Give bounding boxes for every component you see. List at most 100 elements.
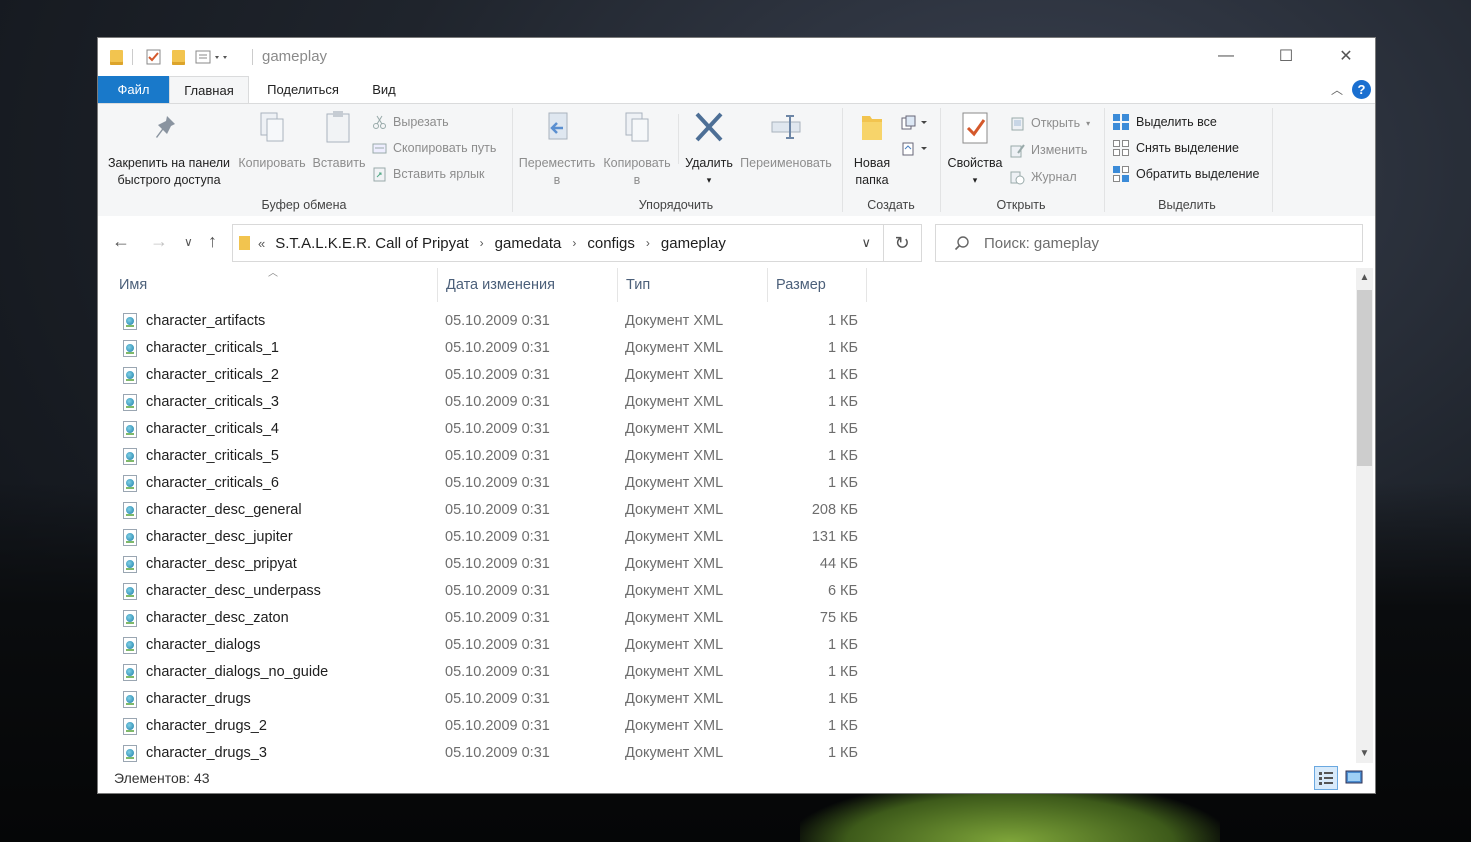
scrollbar-thumb[interactable] — [1357, 290, 1372, 466]
file-row[interactable]: character_desc_jupiter 05.10.2009 0:31 Док… — [98, 525, 868, 552]
file-row[interactable]: character_desc_zaton 05.10.2009 0:31 Докум… — [98, 606, 868, 633]
up-arrow-icon[interactable]: ↑ — [208, 231, 217, 252]
large-icons-view-icon[interactable] — [1343, 766, 1367, 790]
properties-button[interactable]: Свойства ▾ — [944, 110, 1006, 189]
file-name: character_drugs_3 — [146, 745, 267, 761]
collapse-ribbon-icon[interactable]: ︿ — [1331, 81, 1343, 98]
column-header-date[interactable]: Дата изменения — [437, 268, 617, 302]
copy-to-button[interactable]: Копировать в — [598, 110, 676, 189]
file-row[interactable]: character_desc_pripyat 05.10.2009 0:31 Док… — [98, 552, 868, 579]
tab-view[interactable]: Вид — [360, 76, 408, 103]
pin-to-quick-access-button[interactable]: Закрепить на панели быстрого доступа — [104, 110, 234, 189]
file-date: 05.10.2009 0:31 — [445, 394, 550, 410]
new-item-button[interactable] — [901, 111, 935, 133]
breadcrumb-stalker[interactable]: S.T.A.L.K.E.R. Call of Pripyat — [275, 235, 468, 252]
vertical-scrollbar[interactable]: ▲ ▼ — [1356, 268, 1373, 763]
move-to-button[interactable]: Переместить в — [516, 110, 598, 189]
file-date: 05.10.2009 0:31 — [445, 448, 550, 464]
file-row[interactable]: character_criticals_3 05.10.2009 0:31 Доку… — [98, 390, 868, 417]
breadcrumb-gameplay[interactable]: gameplay — [661, 235, 726, 252]
help-icon[interactable]: ? — [1352, 80, 1371, 99]
easy-access-button[interactable] — [901, 137, 935, 159]
file-row[interactable]: character_artifacts 05.10.2009 0:31 Докуме… — [98, 309, 868, 336]
file-size: 44 КБ — [819, 556, 858, 572]
paste-icon — [326, 111, 350, 143]
address-dropdown-icon[interactable]: ∨ — [861, 235, 871, 251]
file-date: 05.10.2009 0:31 — [445, 367, 550, 383]
file-row[interactable]: character_criticals_6 05.10.2009 0:31 Доку… — [98, 471, 868, 498]
select-all-button[interactable]: Выделить все — [1112, 111, 1217, 133]
window-title: gameplay — [262, 48, 328, 65]
file-list: character_artifacts 05.10.2009 0:31 Докуме… — [98, 308, 1356, 770]
details-view-icon[interactable] — [1314, 766, 1338, 790]
address-overflow[interactable]: « — [258, 236, 265, 251]
file-row[interactable]: character_dialogs 05.10.2009 0:31 Документ… — [98, 633, 868, 660]
close-button[interactable]: ✕ — [1317, 38, 1375, 74]
edit-button[interactable]: Изменить — [1010, 139, 1087, 161]
file-size: 1 КБ — [827, 664, 858, 680]
tab-home[interactable]: Главная — [169, 76, 249, 104]
forward-arrow-icon[interactable]: → — [150, 231, 168, 252]
history-button[interactable]: Журнал — [1010, 166, 1077, 188]
scroll-down-icon[interactable]: ▼ — [1356, 748, 1373, 759]
file-type: Документ XML — [625, 610, 724, 626]
title-bar: gameplay — ☐ ✕ — [98, 38, 1375, 76]
file-size: 75 КБ — [819, 610, 858, 626]
open-button[interactable]: Открыть ▾ — [1010, 112, 1090, 134]
copy-button[interactable]: Копировать — [236, 110, 308, 172]
file-row[interactable]: character_drugs_3 05.10.2009 0:31 Документ… — [98, 741, 868, 768]
address-bar[interactable]: « S.T.A.L.K.E.R. Call of Pripyat › gamed… — [232, 224, 884, 262]
file-row[interactable]: character_desc_general 05.10.2009 0:31 Док… — [98, 498, 868, 525]
breadcrumb-configs[interactable]: configs — [587, 235, 635, 252]
maximize-button[interactable]: ☐ — [1257, 38, 1315, 74]
new-folder-button[interactable]: Новая папка — [846, 110, 898, 189]
file-row[interactable]: character_criticals_2 05.10.2009 0:31 Доку… — [98, 363, 868, 390]
select-all-label: Выделить все — [1136, 115, 1217, 129]
tab-share[interactable]: Поделиться — [252, 76, 354, 103]
file-row[interactable]: character_drugs 05.10.2009 0:31 Документ X… — [98, 687, 868, 714]
refresh-icon[interactable]: ↻ — [883, 224, 922, 262]
paste-shortcut-button[interactable]: Вставить ярлык — [372, 163, 485, 185]
search-placeholder: Поиск: gameplay — [984, 234, 1099, 252]
select-none-button[interactable]: Снять выделение — [1112, 137, 1239, 159]
paste-button[interactable]: Вставить — [310, 110, 368, 172]
file-name: character_criticals_1 — [146, 340, 279, 356]
breadcrumb-chevron-icon[interactable]: › — [646, 236, 650, 250]
column-header-type[interactable]: Тип — [617, 268, 767, 302]
cut-label: Вырезать — [393, 115, 449, 129]
back-arrow-icon[interactable]: ← — [112, 231, 130, 252]
file-row[interactable]: character_criticals_1 05.10.2009 0:31 Доку… — [98, 336, 868, 363]
scroll-up-icon[interactable]: ▲ — [1356, 272, 1373, 283]
recent-locations-chevron-icon[interactable]: ∨ — [184, 235, 193, 249]
file-row[interactable]: character_drugs_2 05.10.2009 0:31 Документ… — [98, 714, 868, 741]
cut-button[interactable]: Вырезать — [372, 111, 449, 133]
group-label-organize: Упорядочить — [638, 198, 714, 212]
tab-file[interactable]: Файл — [98, 76, 169, 103]
toolbar-divider — [132, 49, 133, 65]
column-header-size[interactable]: Размер — [767, 268, 867, 302]
status-item-count: Элементов: 43 — [114, 770, 210, 786]
file-name: character_criticals_2 — [146, 367, 279, 383]
copy-path-button[interactable]: Скопировать путь — [372, 137, 496, 159]
explorer-window: gameplay — ☐ ✕ Файл Главная Поделиться В… — [98, 38, 1375, 793]
invert-selection-button[interactable]: Обратить выделение — [1112, 163, 1259, 185]
breadcrumb-chevron-icon[interactable]: › — [480, 236, 484, 250]
file-row[interactable]: character_criticals_5 05.10.2009 0:31 Доку… — [98, 444, 868, 471]
delete-label: Удалить — [685, 156, 733, 170]
customize-quick-access-icon[interactable] — [195, 47, 229, 67]
minimize-button[interactable]: — — [1197, 38, 1255, 74]
xml-file-icon — [123, 340, 137, 357]
file-row[interactable]: character_desc_underpass 05.10.2009 0:31 Д… — [98, 579, 868, 606]
delete-button[interactable]: Удалить ▾ — [682, 110, 736, 189]
rename-button[interactable]: Переименовать — [736, 110, 836, 172]
breadcrumb-chevron-icon[interactable]: › — [572, 236, 576, 250]
properties-quick-icon[interactable] — [146, 47, 162, 67]
copy-to-icon — [625, 112, 649, 142]
file-size: 1 КБ — [827, 448, 858, 464]
file-row[interactable]: character_dialogs_no_guide 05.10.2009 0:3… — [98, 660, 868, 687]
new-folder-quick-icon[interactable] — [172, 47, 185, 67]
file-row[interactable]: character_criticals_4 05.10.2009 0:31 Доку… — [98, 417, 868, 444]
breadcrumb-gamedata[interactable]: gamedata — [495, 235, 562, 252]
search-box[interactable]: Поиск: gameplay — [935, 224, 1363, 262]
select-none-icon — [1113, 140, 1129, 156]
